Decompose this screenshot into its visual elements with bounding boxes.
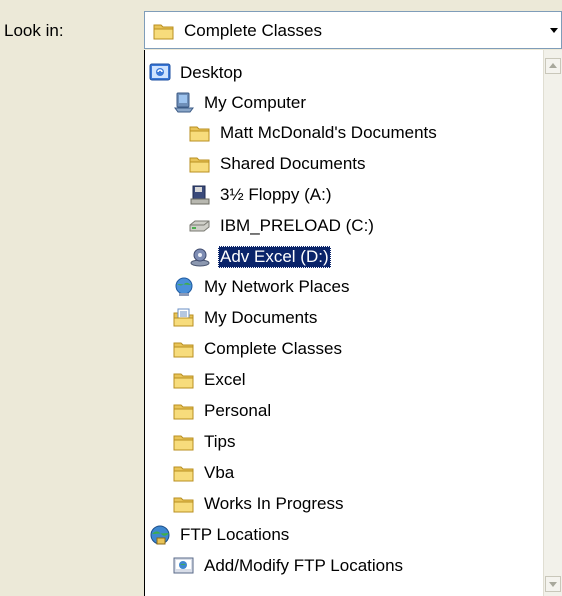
list-item-complete-classes[interactable]: Complete Classes [173,334,344,364]
list-item-label: My Computer [204,93,307,112]
look-in-label: Look in: [4,20,64,42]
list-item-label: Excel [204,370,246,389]
look-in-label-text: Look in: [4,21,64,40]
look-in-selected: Complete Classes [153,19,324,43]
folder-icon [189,153,211,175]
list-item-desktop[interactable]: Desktop [149,58,244,88]
list-item-add-modify-ftp[interactable]: Add/Modify FTP Locations [173,551,405,581]
list-item-label: IBM_PRELOAD (C:) [220,216,374,235]
floppy-drive-icon [189,184,211,206]
documents-folder-icon [173,307,195,329]
list-item-label: Add/Modify FTP Locations [204,556,404,575]
look-in-selected-text: Complete Classes [184,21,322,40]
list-item-label: Shared Documents [220,154,366,173]
folder-icon [173,493,195,515]
folder-icon [173,338,195,360]
look-in-dropdown-list[interactable]: Desktop My Computer Matt McDonald's Docu… [144,50,562,596]
folder-icon [173,431,195,453]
list-item-label: 3½ Floppy (A:) [220,185,332,204]
list-item-floppy[interactable]: 3½ Floppy (A:) [189,180,334,210]
scroll-up-arrow-icon[interactable] [545,58,561,74]
look-in-combobox[interactable]: Complete Classes [144,11,562,49]
list-item-label: Complete Classes [204,339,342,358]
ftp-add-icon [173,555,195,577]
list-item-label: Personal [204,401,272,420]
list-item-label: Desktop [180,63,243,82]
removable-drive-icon [189,246,211,268]
list-item-my-computer[interactable]: My Computer [173,88,308,118]
chevron-down-icon[interactable] [544,12,561,48]
list-item-label: Works In Progress [204,494,344,513]
list-item-label: My Documents [204,308,318,327]
list-item-label: Adv Excel (D:) [218,246,331,268]
list-item-label: My Network Places [204,277,350,296]
list-item-ftp-locations[interactable]: FTP Locations [149,520,291,550]
list-item-label: Matt McDonald's Documents [220,123,437,142]
list-item-personal[interactable]: Personal [173,396,273,426]
hard-drive-icon [189,215,211,237]
network-icon [173,276,195,298]
list-item-my-documents[interactable]: My Documents [173,303,319,333]
desktop-icon [149,62,171,84]
list-item-shared-docs[interactable]: Shared Documents [189,149,368,179]
list-item-excel[interactable]: Excel [173,365,248,395]
list-item-vba[interactable]: Vba [173,458,236,488]
list-item-matt-docs[interactable]: Matt McDonald's Documents [189,118,439,148]
list-item-d-drive[interactable]: Adv Excel (D:) [189,242,331,272]
ftp-icon [149,524,171,546]
folder-icon [173,369,195,391]
list-scrollbar[interactable] [543,50,562,596]
folder-icon [153,20,175,42]
list-item-works-in-progress[interactable]: Works In Progress [173,489,346,519]
folder-icon [189,122,211,144]
list-item-label: FTP Locations [180,525,290,544]
folder-icon [173,400,195,422]
computer-icon [173,92,195,114]
list-item-label: Vba [204,463,235,482]
scroll-down-arrow-icon[interactable] [545,576,561,592]
folder-icon [173,462,195,484]
list-item-network[interactable]: My Network Places [173,272,351,302]
list-item-label: Tips [204,432,236,451]
list-item-c-drive[interactable]: IBM_PRELOAD (C:) [189,211,376,241]
list-item-tips[interactable]: Tips [173,427,238,457]
